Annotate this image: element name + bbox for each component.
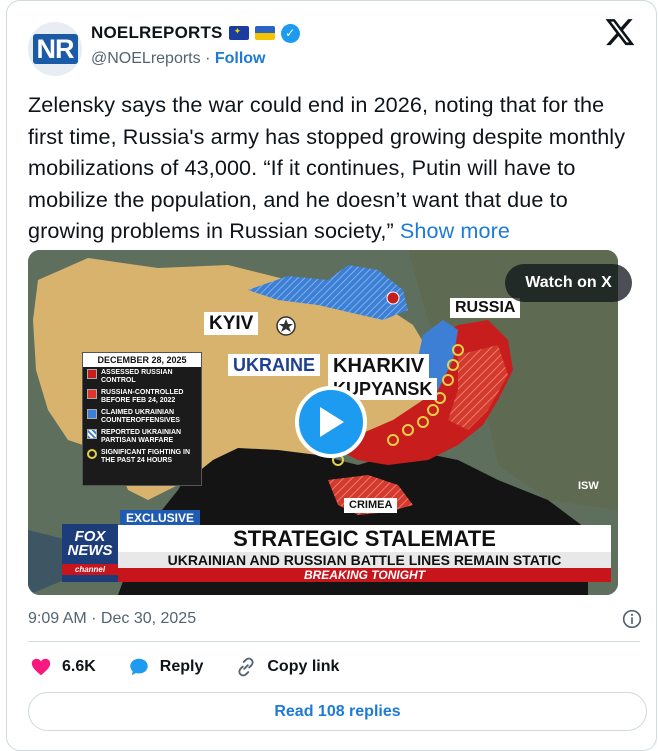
- legend-item: ASSESSED RUSSIAN CONTROL: [83, 367, 201, 387]
- legend-item: CLAIMED UKRAINIAN COUNTEROFFENSIVES: [83, 407, 201, 427]
- tweet-timestamp[interactable]: 9:09 AM · Dec 30, 2025: [28, 610, 196, 628]
- verified-badge-icon[interactable]: ✓: [280, 23, 300, 43]
- kyiv-label: KYIV: [204, 312, 259, 335]
- eu-flag-icon: [228, 26, 249, 40]
- kharkiv-label: KHARKIV: [328, 354, 430, 378]
- show-more-link[interactable]: Show more: [400, 218, 510, 243]
- tweet-body: Zelensky says the war could end in 2026,…: [28, 92, 626, 243]
- legend-swatch: [87, 409, 97, 419]
- russia-label: RUSSIA: [450, 298, 521, 318]
- author-handle-row: @NOELreports · Follow: [91, 50, 266, 68]
- copy-link-label: Copy link: [267, 658, 340, 675]
- chyron-subheadline: UKRAINIAN AND RUSSIAN BATTLE LINES REMAI…: [118, 552, 611, 568]
- map-legend: DECEMBER 28, 2025 ASSESSED RUSSIAN CONTR…: [82, 352, 202, 486]
- legend-swatch: [87, 389, 97, 399]
- info-icon[interactable]: [622, 609, 642, 629]
- reply-bubble-icon: [130, 658, 148, 676]
- like-button[interactable]: 6.6K: [30, 656, 96, 678]
- chyron-breaking: BREAKING TONIGHT: [118, 568, 611, 582]
- isw-label: ISW: [578, 480, 599, 492]
- fox-logo-line2: NEWS: [67, 542, 113, 559]
- reply-label: Reply: [159, 658, 204, 675]
- avatar[interactable]: NR: [28, 22, 82, 76]
- fox-logo-line3: channel: [62, 564, 118, 575]
- chyron-headline: STRATEGIC STALEMATE: [118, 525, 611, 552]
- play-button[interactable]: [295, 386, 367, 458]
- legend-label: CLAIMED UKRAINIAN COUNTEROFFENSIVES: [101, 409, 180, 424]
- legend-label: ASSESSED RUSSIAN CONTROL: [101, 369, 173, 384]
- copy-link-button[interactable]: Copy link: [235, 656, 339, 678]
- like-count: 6.6K: [62, 658, 96, 675]
- watch-on-x-button[interactable]: Watch on X: [505, 264, 632, 302]
- legend-label: RUSSIAN-CONTROLLED BEFORE FEB 24, 2022: [101, 389, 184, 404]
- follow-button[interactable]: Follow: [215, 50, 266, 67]
- read-replies-button[interactable]: Read 108 replies: [28, 692, 647, 731]
- legend-swatch: [87, 449, 97, 459]
- author-handle[interactable]: @NOELreports: [91, 50, 201, 67]
- legend-label: REPORTED UKRAINIAN PARTISAN WARFARE: [101, 429, 182, 444]
- legend-swatch: [87, 429, 97, 439]
- tweet-text: Zelensky says the war could end in 2026,…: [28, 89, 640, 247]
- legend-title: DECEMBER 28, 2025: [83, 353, 201, 367]
- author-name-row: NOELREPORTS ✓: [91, 23, 300, 43]
- legend-swatch: [87, 369, 97, 379]
- legend-item: SIGNIFICANT FIGHTING IN THE PAST 24 HOUR…: [83, 447, 201, 467]
- fox-news-logo: FOX NEWS channel: [62, 524, 118, 582]
- link-icon: [238, 657, 254, 677]
- crimea-label: CRIMEA: [344, 498, 398, 513]
- action-bar: 6.6K Reply Copy link: [30, 656, 371, 678]
- divider: [28, 641, 640, 642]
- separator-dot: ·: [205, 50, 211, 67]
- legend-item: REPORTED UKRAINIAN PARTISAN WARFARE: [83, 427, 201, 447]
- reply-button[interactable]: Reply: [128, 656, 204, 678]
- legend-item: RUSSIAN-CONTROLLED BEFORE FEB 24, 2022: [83, 387, 201, 407]
- x-logo-icon[interactable]: [604, 16, 636, 48]
- play-icon: [320, 407, 344, 437]
- avatar-logo: NR: [32, 34, 78, 64]
- legend-label: SIGNIFICANT FIGHTING IN THE PAST 24 HOUR…: [101, 449, 191, 464]
- ukraine-label: UKRAINE: [228, 354, 321, 376]
- heart-icon: [31, 658, 51, 676]
- author-display-name[interactable]: NOELREPORTS: [91, 23, 223, 43]
- ukraine-flag-icon: [254, 26, 275, 40]
